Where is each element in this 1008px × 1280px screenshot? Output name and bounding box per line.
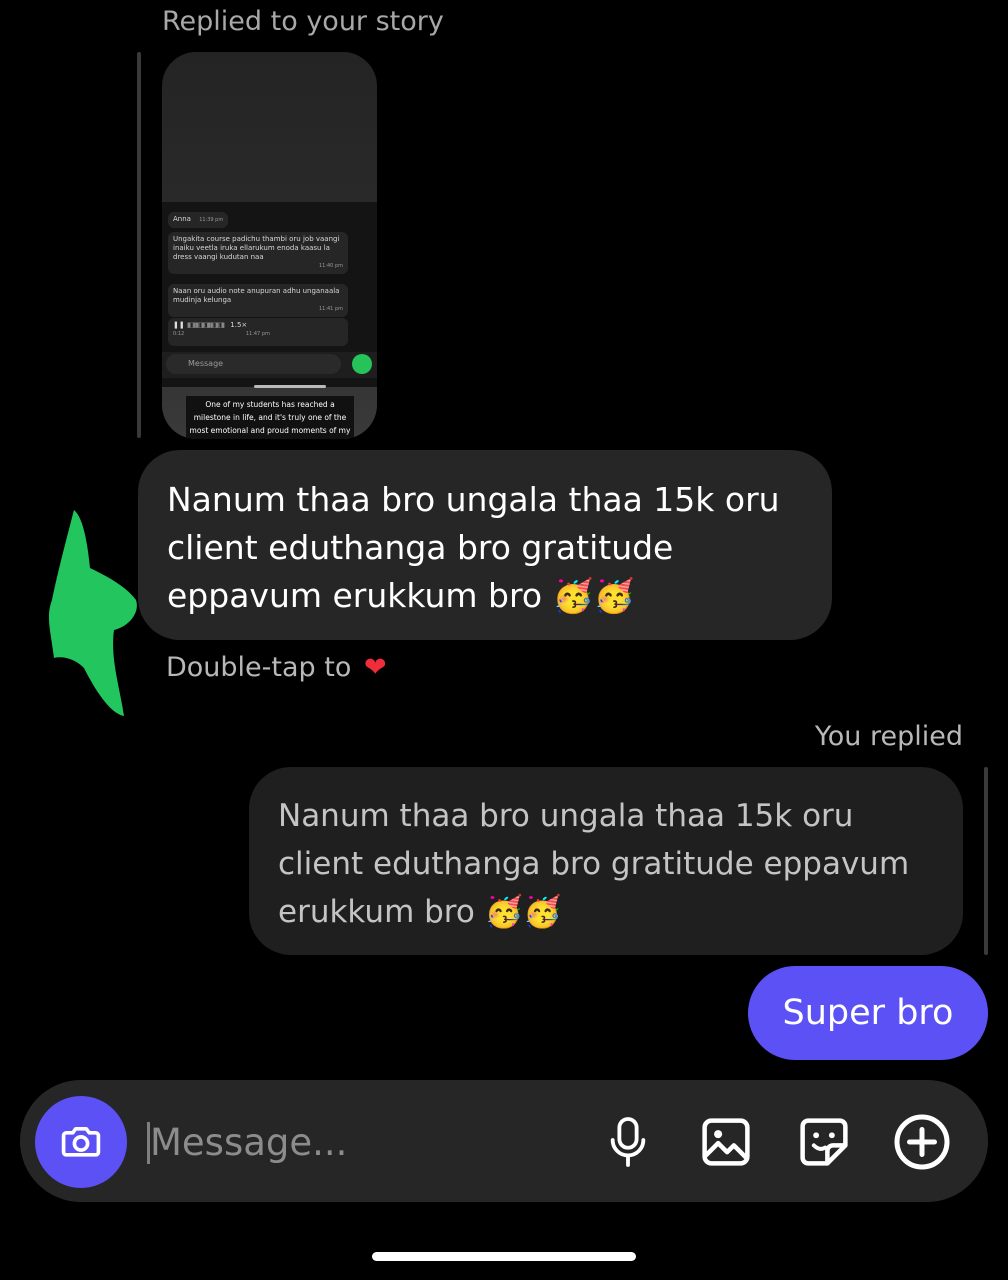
story-message-1: Ungakita course padichu thambi oru job v…	[168, 232, 348, 274]
story-thumbnail[interactable]: Anna 11:39 pm Ungakita course padichu th…	[162, 52, 377, 439]
reply-indicator-line	[137, 52, 141, 438]
pause-icon: ❚❚	[173, 321, 185, 329]
story-mic-icon	[352, 354, 372, 374]
outgoing-message-bubble[interactable]: Super bro	[748, 966, 988, 1060]
story-contact-name: Anna 11:39 pm	[168, 212, 229, 228]
quote-indicator-line	[984, 767, 988, 955]
replied-to-story-label: Replied to your story	[162, 6, 444, 37]
story-caption: One of my students has reached a milesto…	[186, 396, 354, 439]
quoted-message-bubble[interactable]: Nanum thaa bro ungala thaa 15k oru clien…	[249, 767, 963, 955]
gallery-icon	[702, 1118, 750, 1166]
sticker-button[interactable]	[792, 1110, 856, 1174]
story-handle	[254, 385, 326, 388]
add-button[interactable]	[890, 1110, 954, 1174]
double-tap-hint: Double-tap to ❤	[166, 652, 387, 683]
story-message-2: Naan oru audio note anupuran adhu ungana…	[168, 284, 348, 317]
camera-icon	[61, 1126, 101, 1157]
story-audio-note: ❚❚ ▮▯▮▮▯▮▯▮▮▯▮▯▮ 1.5× 0:12 11:47 pm	[168, 318, 348, 346]
green-scribble-overlay	[48, 510, 137, 716]
sticker-icon	[800, 1118, 848, 1166]
add-icon	[894, 1114, 950, 1170]
microphone-button[interactable]	[596, 1110, 660, 1174]
camera-button[interactable]	[35, 1096, 127, 1188]
message-input[interactable]	[150, 1112, 570, 1172]
you-replied-label: You replied	[814, 721, 963, 752]
gallery-button[interactable]	[694, 1110, 758, 1174]
microphone-icon	[610, 1117, 646, 1167]
incoming-message-bubble[interactable]: Nanum thaa bro ungala thaa 15k oru clien…	[138, 450, 832, 640]
story-message-input: Message	[166, 354, 341, 374]
home-indicator[interactable]	[372, 1252, 636, 1261]
waveform-icon: ▮▯▮▮▯▮▯▮▮▯▮▯▮	[186, 321, 225, 329]
heart-icon: ❤	[363, 652, 387, 683]
